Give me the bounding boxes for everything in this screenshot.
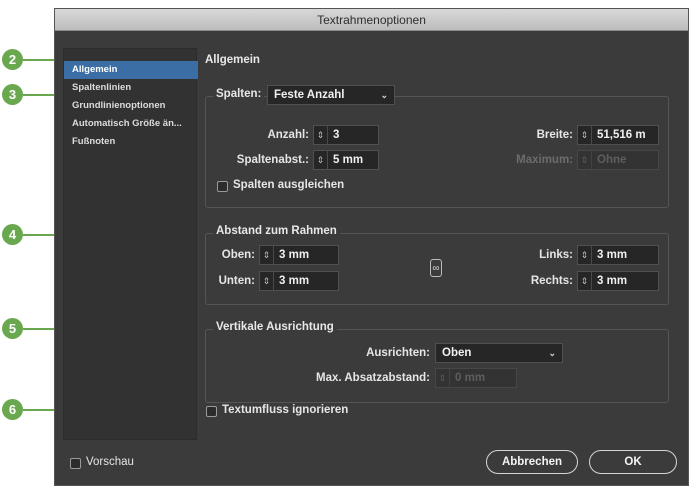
callout-4: 4 [2,224,23,245]
inset-top-stepper[interactable]: ⇕ 3 mm [259,245,339,265]
width-value: 51,516 m [597,129,646,141]
stepper-arrows-icon[interactable]: ⇕ [578,126,592,144]
count-value: 3 [333,129,340,141]
align-label: Ausrichten: [366,347,430,359]
ignore-text-wrap-checkbox[interactable] [206,406,217,417]
title-bar[interactable]: Textrahmenoptionen [55,9,688,31]
sidebar-item-automatisch-groesse[interactable]: Automatisch Größe än... [64,115,198,133]
sidebar-item-spaltenlinien[interactable]: Spaltenlinien [64,79,198,97]
callout-6: 6 [2,399,23,420]
stepper-arrows-icon[interactable]: ⇕ [578,246,592,264]
stepper-arrows-icon[interactable]: ⇕ [578,151,592,169]
callout-3: 3 [2,84,23,105]
inset-right-value: 3 mm [597,275,628,287]
inset-top-value: 3 mm [279,249,310,261]
gutter-value: 5 mm [333,154,364,166]
preview-checkbox[interactable] [70,458,81,469]
inset-left-label: Links: [539,249,573,261]
align-dropdown[interactable]: Oben ⌄ [435,343,563,363]
width-stepper[interactable]: ⇕ 51,516 m [577,125,659,145]
vertical-legend: Vertikale Ausrichtung [213,321,337,333]
stepper-arrows-icon[interactable]: ⇕ [314,151,328,169]
max-paragraph-spacing-stepper[interactable]: ⇕ 0 mm [435,368,517,388]
maximum-stepper[interactable]: ⇕ Ohne [577,150,659,170]
page-title: Allgemein [205,54,260,66]
chevron-down-icon: ⌄ [380,89,388,100]
count-label: Anzahl: [267,129,309,141]
preview-label: Vorschau [86,456,134,468]
stepper-arrows-icon[interactable]: ⇕ [260,272,274,290]
sidebar: Allgemein Spaltenlinien Grundlinienoptio… [63,48,198,440]
inset-top-label: Oben: [221,249,255,261]
inset-right-stepper[interactable]: ⇕ 3 mm [577,271,659,291]
stepper-arrows-icon[interactable]: ⇕ [314,126,328,144]
inset-left-stepper[interactable]: ⇕ 3 mm [577,245,659,265]
inset-bottom-stepper[interactable]: ⇕ 3 mm [259,271,339,291]
balance-columns-label: Spalten ausgleichen [233,179,345,191]
stepper-arrows-icon[interactable]: ⇕ [436,369,450,387]
columns-type-value: Feste Anzahl [274,89,345,101]
ok-button[interactable]: OK [589,450,677,474]
columns-type-dropdown[interactable]: Feste Anzahl ⌄ [267,85,395,105]
inset-bottom-value: 3 mm [279,275,310,287]
columns-legend: Spalten: [213,88,265,100]
count-stepper[interactable]: ⇕ 3 [313,125,379,145]
chevron-down-icon: ⌄ [548,347,556,358]
callout-5: 5 [2,318,23,339]
inset-bottom-label: Unten: [218,275,255,287]
gutter-label: Spaltenabst.: [236,154,309,166]
stepper-arrows-icon[interactable]: ⇕ [578,272,592,290]
gutter-stepper[interactable]: ⇕ 5 mm [313,150,379,170]
inset-legend: Abstand zum Rahmen [213,225,340,237]
sidebar-item-allgemein[interactable]: Allgemein [64,61,198,79]
sidebar-item-grundlinienoptionen[interactable]: Grundlinienoptionen [64,97,198,115]
stepper-arrows-icon[interactable]: ⇕ [260,246,274,264]
inset-right-label: Rechts: [530,275,573,287]
dialog-title: Textrahmenoptionen [317,13,426,27]
link-chain-icon[interactable]: ∞ [430,259,442,277]
width-label: Breite: [536,129,573,141]
balance-columns-checkbox[interactable] [217,181,228,192]
sidebar-item-fussnoten[interactable]: Fußnoten [64,133,198,151]
inset-left-value: 3 mm [597,249,628,261]
maximum-value: Ohne [597,154,627,166]
align-value: Oben [442,347,472,359]
maximum-label: Maximum: [516,154,573,166]
max-paragraph-spacing-label: Max. Absatzabstand: [316,372,430,384]
ignore-text-wrap-label: Textumfluss ignorieren [222,404,349,416]
max-paragraph-spacing-value: 0 mm [455,372,486,384]
text-frame-options-dialog: Textrahmenoptionen Allgemein Spaltenlini… [54,8,689,486]
cancel-button[interactable]: Abbrechen [486,450,578,474]
vertical-justification-group [205,329,669,403]
callout-2: 2 [2,49,23,70]
